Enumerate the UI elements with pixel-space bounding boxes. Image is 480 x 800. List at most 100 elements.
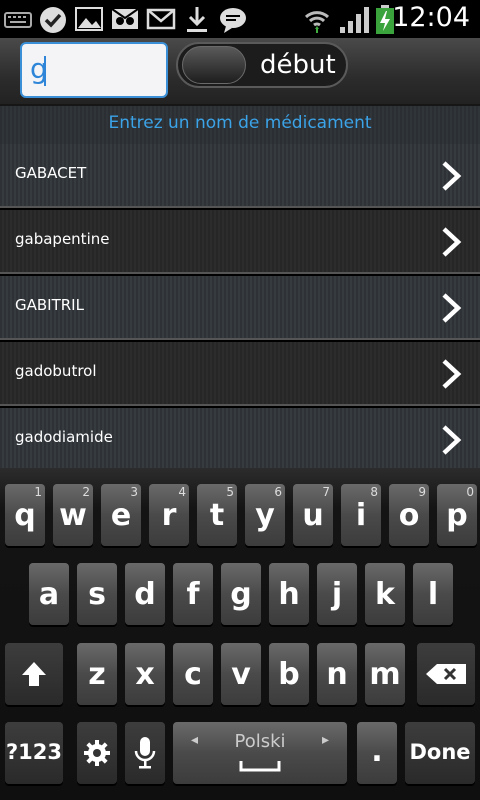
signal-icon [340,7,369,33]
backspace-key[interactable] [417,643,475,705]
key-h[interactable]: h [269,563,309,625]
key-label: b [278,657,300,692]
key-l[interactable]: l [413,563,453,625]
key-label: h [278,577,300,612]
key-w[interactable]: 2w [53,484,93,546]
key-b[interactable]: b [269,643,309,705]
key-label: o [398,498,420,533]
search-input[interactable]: g [20,42,168,98]
key-u[interactable]: 7u [293,484,333,546]
chevron-right-icon [442,293,462,323]
voice-input-key[interactable] [125,722,165,784]
key-c[interactable]: c [173,643,213,705]
key-r[interactable]: 4r [149,484,189,546]
key-label: r [161,498,177,533]
key-label: e [110,498,132,533]
key-z[interactable]: z [77,643,117,705]
key-j[interactable]: j [317,563,357,625]
chevron-right-icon [442,227,462,257]
clock: 12:04 [392,2,470,33]
key-label: ?123 [5,740,63,764]
key-m[interactable]: m [365,643,405,705]
key-label: y [255,498,275,533]
search-header: g début [0,38,480,106]
key-g[interactable]: g [221,563,261,625]
key-label: p [446,498,468,533]
list-item-label: gabapentine [15,230,110,248]
list-item-label: GABITRIL [15,296,84,314]
key-number-hint: 7 [322,485,330,499]
toggle-label: début [260,50,336,80]
key-y[interactable]: 6y [245,484,285,546]
key-t[interactable]: 5t [197,484,237,546]
mail-icon [146,8,176,30]
key-label: l [427,577,439,612]
key-a[interactable]: a [29,563,69,625]
key-p[interactable]: 0p [437,484,477,546]
list-item[interactable]: GABITRIL [0,276,480,340]
results-list: GABACET gabapentine GABITRIL gadobutrol … [0,144,480,472]
check-icon [40,7,66,33]
space-bar-icon [239,761,281,772]
download-icon [187,7,207,32]
key-label: j [331,577,343,612]
key-n[interactable]: n [317,643,357,705]
list-item-label: GABACET [15,164,87,182]
key-i[interactable]: 8i [341,484,381,546]
shift-arrow-icon [22,662,46,686]
key-e[interactable]: 3e [101,484,141,546]
key-o[interactable]: 9o [389,484,429,546]
key-label: d [134,577,156,612]
key-f[interactable]: f [173,563,213,625]
gallery-icon [75,7,103,31]
key-label: f [186,577,200,612]
space-key[interactable]: ◂ Polski ▸ [173,722,347,784]
chevron-right-icon [442,359,462,389]
key-period[interactable]: . [357,722,397,784]
microphone-icon [134,737,156,769]
symbols-key[interactable]: ?123 [5,722,63,784]
key-label: c [184,657,202,692]
settings-key[interactable] [77,722,117,784]
done-key[interactable]: Done [405,722,475,784]
key-label: k [375,577,395,612]
key-label: i [355,498,367,533]
key-q[interactable]: 1q [5,484,45,546]
keyboard-icon [4,12,32,28]
key-label: w [59,498,87,533]
match-start-toggle[interactable]: début [176,42,348,88]
list-item[interactable]: GABACET [0,144,480,208]
key-number-hint: 1 [34,485,42,499]
key-s[interactable]: s [77,563,117,625]
key-number-hint: 8 [370,485,378,499]
key-label: q [14,498,36,533]
chevron-right-icon [442,161,462,191]
key-label: v [231,657,251,692]
key-number-hint: 0 [466,485,474,499]
chat-icon [220,8,246,33]
key-label: t [209,498,225,533]
shift-key[interactable] [5,643,63,705]
voicemail-icon [111,8,139,29]
list-item-label: gadodiamide [15,428,113,446]
gear-icon [84,740,110,766]
key-number-hint: 2 [82,485,90,499]
key-number-hint: 5 [226,485,234,499]
key-v[interactable]: v [221,643,261,705]
language-label: Polski [234,731,286,752]
search-hint: Entrez un nom de médicament [0,106,480,145]
list-item[interactable]: gadobutrol [0,342,480,406]
toggle-knob[interactable] [182,46,246,84]
list-item[interactable]: gabapentine [0,210,480,274]
key-label: x [135,657,155,692]
key-d[interactable]: d [125,563,165,625]
key-number-hint: 9 [418,485,426,499]
key-label: Done [409,740,471,764]
key-label: n [326,657,348,692]
key-label: m [369,657,401,692]
wifi-icon [304,11,330,33]
list-item[interactable]: gadodiamide [0,408,480,472]
key-x[interactable]: x [125,643,165,705]
list-item-label: gadobutrol [15,362,97,380]
key-k[interactable]: k [365,563,405,625]
